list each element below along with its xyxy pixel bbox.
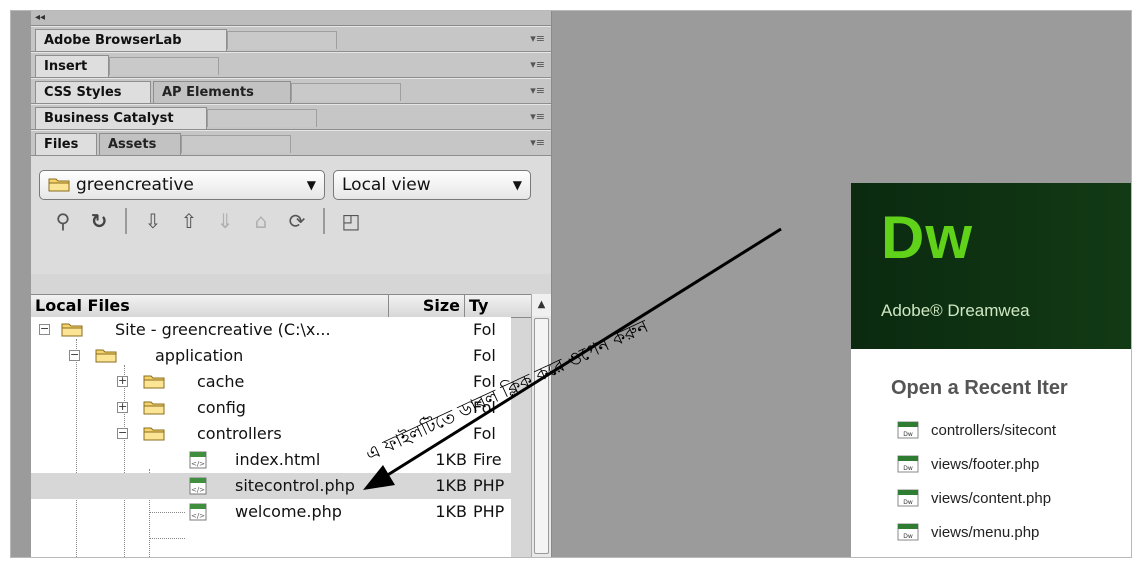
annotation-arrow-icon [363,227,782,490]
screenshot-frame: ◂◂ Adobe BrowserLab ▾≡ Insert ▾≡ CSS Sty… [10,10,1132,558]
